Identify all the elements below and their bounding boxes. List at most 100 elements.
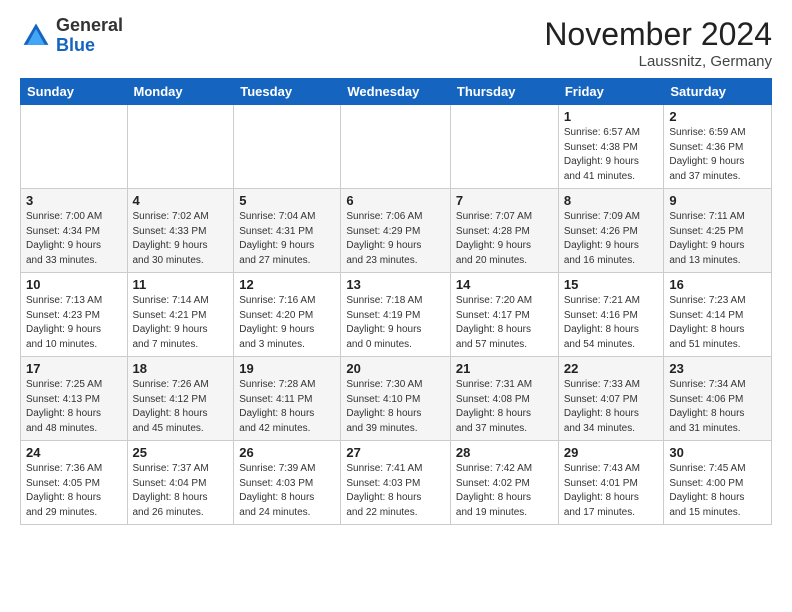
calendar-cell: 28Sunrise: 7:42 AM Sunset: 4:02 PM Dayli…	[450, 441, 558, 525]
calendar-cell: 19 Sunrise: 7:28 AM Sunset: 4:11 PM Dayli…	[234, 357, 341, 441]
calendar-cell	[21, 105, 128, 189]
day-number: 18	[133, 361, 229, 376]
day-number: 16	[669, 277, 766, 292]
day-info: Sunrise: 7:45 AM Sunset: 4:00 PM Dayligh…	[669, 462, 766, 520]
location: Laussnitz, Germany	[544, 53, 772, 70]
day-number: 29	[564, 445, 659, 460]
calendar-cell: 20 Sunrise: 7:30 AM Sunset: 4:10 PM Dayli…	[341, 357, 451, 441]
page: General Blue November 2024 Laussnitz, Ge…	[0, 0, 792, 612]
day-number: 24	[26, 445, 122, 460]
calendar-week-row: 1 Sunrise: 6:57 AM Sunset: 4:38 PM Daylig…	[21, 105, 772, 189]
day-number: 11	[133, 277, 229, 292]
calendar-cell: 12 Sunrise: 7:16 AM Sunset: 4:20 PM Dayli…	[234, 273, 341, 357]
calendar-cell: 18Sunrise: 7:26 AM Sunset: 4:12 PM Dayli…	[127, 357, 234, 441]
calendar-cell: 4 Sunrise: 7:02 AM Sunset: 4:33 PM Daylig…	[127, 189, 234, 273]
day-number: 19	[239, 361, 335, 376]
day-info: Sunrise: 7:36 AM Sunset: 4:05 PM Dayligh…	[26, 462, 122, 520]
calendar-cell: 17Sunrise: 7:25 AM Sunset: 4:13 PM Dayli…	[21, 357, 128, 441]
day-info: Sunrise: 7:13 AM Sunset: 4:23 PM Dayligh…	[26, 294, 122, 352]
day-info: Sunrise: 7:02 AM Sunset: 4:33 PM Dayligh…	[133, 210, 229, 268]
day-number: 1	[564, 109, 659, 124]
calendar-cell	[234, 105, 341, 189]
calendar-week-row: 24 Sunrise: 7:36 AM Sunset: 4:05 PM Dayli…	[21, 441, 772, 525]
weekday-header: Friday	[558, 79, 664, 105]
calendar-cell	[341, 105, 451, 189]
day-number: 3	[26, 193, 122, 208]
calendar-cell: 30Sunrise: 7:45 AM Sunset: 4:00 PM Dayli…	[664, 441, 772, 525]
day-info: Sunrise: 6:59 AM Sunset: 4:36 PM Dayligh…	[669, 126, 766, 184]
day-number: 13	[346, 277, 445, 292]
day-info: Sunrise: 7:07 AM Sunset: 4:28 PM Dayligh…	[456, 210, 553, 268]
calendar-cell: 26Sunrise: 7:39 AM Sunset: 4:03 PM Dayli…	[234, 441, 341, 525]
calendar-cell	[450, 105, 558, 189]
day-number: 15	[564, 277, 659, 292]
day-info: Sunrise: 7:28 AM Sunset: 4:11 PM Dayligh…	[239, 378, 335, 436]
day-number: 17	[26, 361, 122, 376]
weekday-header: Monday	[127, 79, 234, 105]
calendar-week-row: 17Sunrise: 7:25 AM Sunset: 4:13 PM Dayli…	[21, 357, 772, 441]
calendar-cell: 10 Sunrise: 7:13 AM Sunset: 4:23 PM Dayli…	[21, 273, 128, 357]
logo-blue: Blue	[56, 35, 95, 55]
weekday-header: Sunday	[21, 79, 128, 105]
day-info: Sunrise: 7:33 AM Sunset: 4:07 PM Dayligh…	[564, 378, 659, 436]
header: General Blue November 2024 Laussnitz, Ge…	[20, 16, 772, 70]
day-info: Sunrise: 7:30 AM Sunset: 4:10 PM Dayligh…	[346, 378, 445, 436]
logo-general: General	[56, 15, 123, 35]
day-number: 21	[456, 361, 553, 376]
calendar-cell: 22Sunrise: 7:33 AM Sunset: 4:07 PM Dayli…	[558, 357, 664, 441]
calendar-cell: 14Sunrise: 7:20 AM Sunset: 4:17 PM Dayli…	[450, 273, 558, 357]
calendar-cell: 9 Sunrise: 7:11 AM Sunset: 4:25 PM Daylig…	[664, 189, 772, 273]
day-number: 6	[346, 193, 445, 208]
title-block: November 2024 Laussnitz, Germany	[544, 16, 772, 70]
day-info: Sunrise: 7:16 AM Sunset: 4:20 PM Dayligh…	[239, 294, 335, 352]
logo-text: General Blue	[56, 16, 123, 56]
calendar-cell: 6Sunrise: 7:06 AM Sunset: 4:29 PM Daylig…	[341, 189, 451, 273]
day-number: 4	[133, 193, 229, 208]
day-number: 5	[239, 193, 335, 208]
calendar-cell: 8 Sunrise: 7:09 AM Sunset: 4:26 PM Daylig…	[558, 189, 664, 273]
day-number: 28	[456, 445, 553, 460]
day-info: Sunrise: 7:00 AM Sunset: 4:34 PM Dayligh…	[26, 210, 122, 268]
calendar-week-row: 3 Sunrise: 7:00 AM Sunset: 4:34 PM Daylig…	[21, 189, 772, 273]
day-number: 14	[456, 277, 553, 292]
day-info: Sunrise: 7:04 AM Sunset: 4:31 PM Dayligh…	[239, 210, 335, 268]
weekday-header: Wednesday	[341, 79, 451, 105]
day-number: 8	[564, 193, 659, 208]
calendar-cell: 5 Sunrise: 7:04 AM Sunset: 4:31 PM Daylig…	[234, 189, 341, 273]
weekday-header: Thursday	[450, 79, 558, 105]
calendar-week-row: 10 Sunrise: 7:13 AM Sunset: 4:23 PM Dayli…	[21, 273, 772, 357]
day-info: Sunrise: 7:31 AM Sunset: 4:08 PM Dayligh…	[456, 378, 553, 436]
weekday-header: Tuesday	[234, 79, 341, 105]
calendar-cell: 21 Sunrise: 7:31 AM Sunset: 4:08 PM Dayli…	[450, 357, 558, 441]
calendar-cell: 23Sunrise: 7:34 AM Sunset: 4:06 PM Dayli…	[664, 357, 772, 441]
day-info: Sunrise: 7:23 AM Sunset: 4:14 PM Dayligh…	[669, 294, 766, 352]
day-info: Sunrise: 7:14 AM Sunset: 4:21 PM Dayligh…	[133, 294, 229, 352]
calendar: SundayMondayTuesdayWednesdayThursdayFrid…	[20, 78, 772, 525]
day-info: Sunrise: 7:11 AM Sunset: 4:25 PM Dayligh…	[669, 210, 766, 268]
day-info: Sunrise: 7:34 AM Sunset: 4:06 PM Dayligh…	[669, 378, 766, 436]
day-number: 12	[239, 277, 335, 292]
calendar-cell: 11 Sunrise: 7:14 AM Sunset: 4:21 PM Dayli…	[127, 273, 234, 357]
day-number: 25	[133, 445, 229, 460]
calendar-cell	[127, 105, 234, 189]
month-title: November 2024	[544, 16, 772, 53]
day-number: 27	[346, 445, 445, 460]
day-info: Sunrise: 7:21 AM Sunset: 4:16 PM Dayligh…	[564, 294, 659, 352]
logo-icon	[20, 20, 52, 52]
calendar-cell: 24 Sunrise: 7:36 AM Sunset: 4:05 PM Dayli…	[21, 441, 128, 525]
logo: General Blue	[20, 16, 123, 56]
day-info: Sunrise: 7:41 AM Sunset: 4:03 PM Dayligh…	[346, 462, 445, 520]
day-number: 9	[669, 193, 766, 208]
day-info: Sunrise: 6:57 AM Sunset: 4:38 PM Dayligh…	[564, 126, 659, 184]
day-info: Sunrise: 7:18 AM Sunset: 4:19 PM Dayligh…	[346, 294, 445, 352]
calendar-cell: 27 Sunrise: 7:41 AM Sunset: 4:03 PM Dayli…	[341, 441, 451, 525]
calendar-cell: 3 Sunrise: 7:00 AM Sunset: 4:34 PM Daylig…	[21, 189, 128, 273]
day-number: 10	[26, 277, 122, 292]
day-number: 7	[456, 193, 553, 208]
calendar-cell: 29Sunrise: 7:43 AM Sunset: 4:01 PM Dayli…	[558, 441, 664, 525]
weekday-header-row: SundayMondayTuesdayWednesdayThursdayFrid…	[21, 79, 772, 105]
day-info: Sunrise: 7:37 AM Sunset: 4:04 PM Dayligh…	[133, 462, 229, 520]
day-info: Sunrise: 7:09 AM Sunset: 4:26 PM Dayligh…	[564, 210, 659, 268]
calendar-cell: 1 Sunrise: 6:57 AM Sunset: 4:38 PM Daylig…	[558, 105, 664, 189]
day-number: 20	[346, 361, 445, 376]
